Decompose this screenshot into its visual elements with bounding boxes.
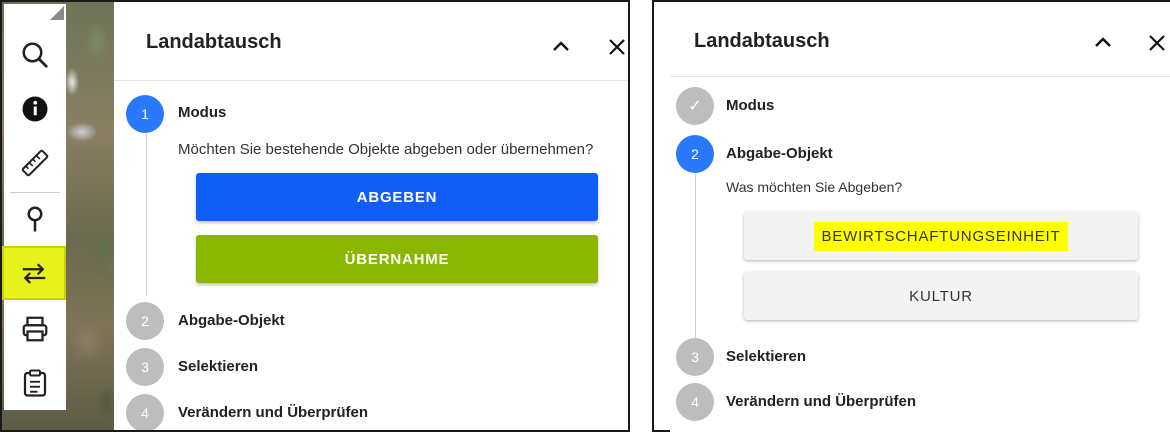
panel-title: Landabtausch — [694, 29, 830, 52]
panel-title: Landabtausch — [146, 30, 282, 53]
close-panel-button[interactable] — [602, 32, 628, 62]
swap-arrows-icon — [22, 263, 46, 284]
step-3-number: 3 — [126, 348, 164, 386]
print-tool-button[interactable] — [4, 302, 66, 356]
collapse-panel-button[interactable] — [1088, 28, 1118, 58]
measure-tool-button[interactable] — [4, 136, 66, 190]
panel-header: Landabtausch — [694, 2, 830, 80]
step-1-number: 1 — [126, 95, 164, 133]
step-4-number: 4 — [126, 394, 164, 430]
location-pin-icon — [27, 206, 43, 232]
step-4[interactable]: 4 — [676, 383, 714, 421]
print-icon — [22, 316, 48, 342]
step-4[interactable]: 4 — [126, 394, 164, 430]
location-tool-button[interactable] — [4, 192, 66, 246]
chevron-up-icon — [1095, 37, 1111, 47]
step-2[interactable]: 2 — [676, 135, 714, 173]
landabtausch-panel-step1: Landabtausch 1 Modus Möchten Sie bestehe… — [114, 4, 628, 430]
step-1-label: Modus — [726, 97, 775, 114]
step-1-label: Modus — [178, 104, 227, 121]
map-toolbar — [2, 4, 66, 410]
bewirtschaftungseinheit-button[interactable]: BEWIRTSCHAFTUNGSEINHEIT — [744, 212, 1138, 260]
landabtausch-panel-step2: Landabtausch ✓ Modus 2 Abgabe-Objekt Was… — [670, 2, 1170, 432]
toolbar-collapse-handle[interactable] — [50, 6, 64, 20]
stepper-connector — [695, 174, 696, 342]
step-2-label: Abgabe-Objekt — [178, 312, 285, 329]
step-1-check: ✓ — [676, 87, 714, 125]
step-4-label: Verändern und Überprüfen — [726, 393, 917, 410]
step-3[interactable]: 3 — [676, 338, 714, 376]
left-screenshot: Landabtausch 1 Modus Möchten Sie bestehe… — [0, 0, 630, 432]
kultur-button[interactable]: KULTUR — [744, 272, 1138, 320]
bewirtschaftungseinheit-label: BEWIRTSCHAFTUNGSEINHEIT — [813, 221, 1069, 251]
collapse-panel-button[interactable] — [546, 32, 576, 62]
step-2-number: 2 — [126, 302, 164, 340]
abgeben-button[interactable]: ABGEBEN — [196, 173, 598, 221]
stepper-connector — [146, 132, 147, 296]
search-tool-button[interactable] — [4, 28, 66, 82]
mode-question: Möchten Sie bestehende Objekte abgeben o… — [178, 141, 594, 158]
header-divider — [670, 76, 1170, 77]
step-3[interactable]: 3 — [126, 348, 164, 386]
step-3-number: 3 — [676, 338, 714, 376]
header-divider — [114, 80, 628, 81]
chevron-up-icon — [553, 41, 569, 51]
step-2-number: 2 — [676, 135, 714, 173]
object-question: Was möchten Sie Abgeben? — [726, 179, 903, 195]
clipboard-tool-button[interactable] — [4, 356, 66, 410]
step-3-label: Selektieren — [726, 348, 807, 365]
info-icon — [22, 96, 48, 122]
step-1[interactable]: 1 — [126, 95, 164, 133]
landabtausch-tool-button[interactable] — [2, 246, 66, 300]
info-tool-button[interactable] — [4, 82, 66, 136]
step-1[interactable]: ✓ — [676, 87, 714, 125]
clipboard-icon — [23, 369, 47, 397]
step-3-label: Selektieren — [178, 358, 259, 375]
close-icon — [1149, 35, 1165, 51]
step-4-number: 4 — [676, 383, 714, 421]
ruler-icon — [21, 149, 49, 177]
step-2-label: Abgabe-Objekt — [726, 145, 833, 162]
close-icon — [609, 39, 625, 55]
close-panel-button[interactable] — [1142, 28, 1170, 58]
uebernahme-button[interactable]: ÜBERNAHME — [196, 235, 598, 283]
step-4-label: Verändern und Überprüfen — [178, 404, 369, 421]
search-icon — [22, 42, 48, 68]
panel-header: Landabtausch — [146, 4, 282, 80]
step-2[interactable]: 2 — [126, 302, 164, 340]
